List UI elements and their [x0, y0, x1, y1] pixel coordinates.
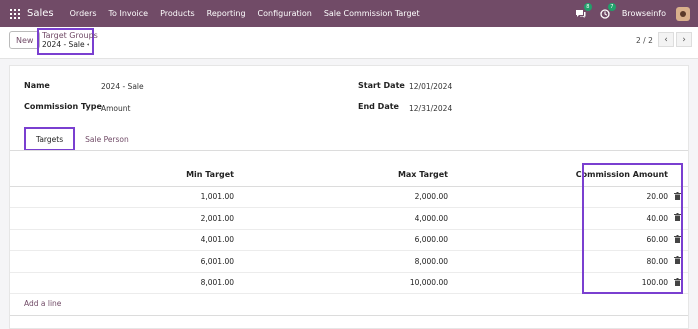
end-date-label: End Date: [358, 102, 399, 111]
commission-type-field[interactable]: Amount: [101, 104, 130, 113]
breadcrumb-current-label: 2024 - Sale: [42, 40, 85, 49]
menu-orders[interactable]: Orders: [64, 9, 103, 18]
messages-icon[interactable]: 8: [574, 2, 592, 21]
trash-icon[interactable]: [674, 191, 681, 200]
user-avatar[interactable]: [676, 6, 690, 21]
cell-commission-amount[interactable]: 80.00: [454, 250, 674, 273]
cell-max-target[interactable]: 10,000.00: [240, 272, 454, 294]
header-commission-amount[interactable]: Commission Amount: [454, 164, 674, 187]
form-sheet: Name 2024 - Sale Commission Type Amount …: [9, 65, 689, 329]
start-date-field[interactable]: 12/01/2024: [409, 82, 452, 91]
cell-commission-amount[interactable]: 40.00: [454, 207, 674, 230]
menu-reporting[interactable]: Reporting: [201, 9, 252, 18]
new-button[interactable]: New: [9, 31, 41, 49]
table-header-row: Min Target Max Target Commission Amount: [10, 164, 688, 187]
menu-configuration[interactable]: Configuration: [252, 9, 318, 18]
company-switcher[interactable]: Browseinfo: [622, 9, 666, 18]
menu-to-invoice[interactable]: To Invoice: [103, 9, 155, 18]
pager-counter: 2 / 2: [636, 36, 653, 45]
main-menu: Orders To Invoice Products Reporting Con…: [64, 9, 426, 18]
menu-sale-commission-target[interactable]: Sale Commission Target: [318, 9, 426, 18]
menu-products[interactable]: Products: [154, 9, 201, 18]
breadcrumb-parent[interactable]: Target Groups: [42, 31, 98, 40]
commission-type-label: Commission Type: [24, 102, 102, 111]
header-max-target[interactable]: Max Target: [240, 164, 454, 187]
gear-icon[interactable]: [86, 41, 89, 48]
cell-min-target[interactable]: 4,001.00: [10, 229, 240, 251]
trash-icon[interactable]: [674, 234, 681, 243]
start-date-label: Start Date: [358, 81, 405, 90]
trash-icon[interactable]: [674, 277, 681, 286]
tab-sale-person[interactable]: Sale Person: [75, 127, 139, 151]
name-label: Name: [24, 81, 50, 90]
tabs-divider: [10, 150, 688, 151]
messages-badge: 8: [583, 2, 592, 11]
cell-max-target[interactable]: 4,000.00: [240, 207, 454, 230]
navbar-systray: 8 7 Browseinfo: [574, 2, 690, 21]
cell-max-target[interactable]: 6,000.00: [240, 229, 454, 251]
header-min-target[interactable]: Min Target: [10, 164, 240, 187]
activities-icon[interactable]: 7: [598, 2, 616, 21]
cell-max-target[interactable]: 8,000.00: [240, 250, 454, 273]
targets-table: Min Target Max Target Commission Amount …: [10, 164, 688, 294]
app-brand[interactable]: Sales: [27, 8, 54, 19]
cell-commission-amount[interactable]: 20.00: [454, 186, 674, 208]
top-navbar: Sales Orders To Invoice Products Reporti…: [0, 0, 698, 27]
cell-commission-amount[interactable]: 100.00: [454, 272, 674, 294]
breadcrumb-current: 2024 - Sale: [42, 40, 89, 49]
cell-min-target[interactable]: 6,001.00: [10, 250, 240, 273]
end-date-field[interactable]: 12/31/2024: [409, 104, 452, 113]
table-row[interactable]: 4,001.00 6,000.00 60.00: [10, 229, 688, 251]
cell-min-target[interactable]: 1,001.00: [10, 186, 240, 208]
cell-commission-amount[interactable]: 60.00: [454, 229, 674, 251]
tab-targets[interactable]: Targets: [24, 127, 76, 151]
pager-previous-button[interactable]: ‹: [658, 32, 674, 47]
cell-min-target[interactable]: 8,001.00: [10, 272, 240, 294]
cell-min-target[interactable]: 2,001.00: [10, 207, 240, 230]
breadcrumb: Target Groups 2024 - Sale: [37, 28, 98, 55]
header-delete: [674, 164, 688, 187]
add-line-link[interactable]: Add a line: [24, 299, 61, 308]
activities-badge: 7: [607, 2, 616, 11]
cell-max-target[interactable]: 2,000.00: [240, 186, 454, 208]
trash-icon[interactable]: [674, 213, 681, 222]
table-footer-divider: [10, 315, 688, 316]
trash-icon[interactable]: [674, 256, 681, 265]
table-row[interactable]: 2,001.00 4,000.00 40.00: [10, 207, 688, 230]
pager-next-button[interactable]: ›: [676, 32, 692, 47]
control-panel: New Target Groups 2024 - Sale 2 / 2 ‹ ›: [0, 27, 698, 59]
table-row[interactable]: 1,001.00 2,000.00 20.00: [10, 186, 688, 208]
table-row[interactable]: 6,001.00 8,000.00 80.00: [10, 250, 688, 273]
table-row[interactable]: 8,001.00 10,000.00 100.00: [10, 272, 688, 294]
apps-grid-icon[interactable]: [10, 8, 20, 19]
name-field[interactable]: 2024 - Sale: [101, 82, 144, 91]
